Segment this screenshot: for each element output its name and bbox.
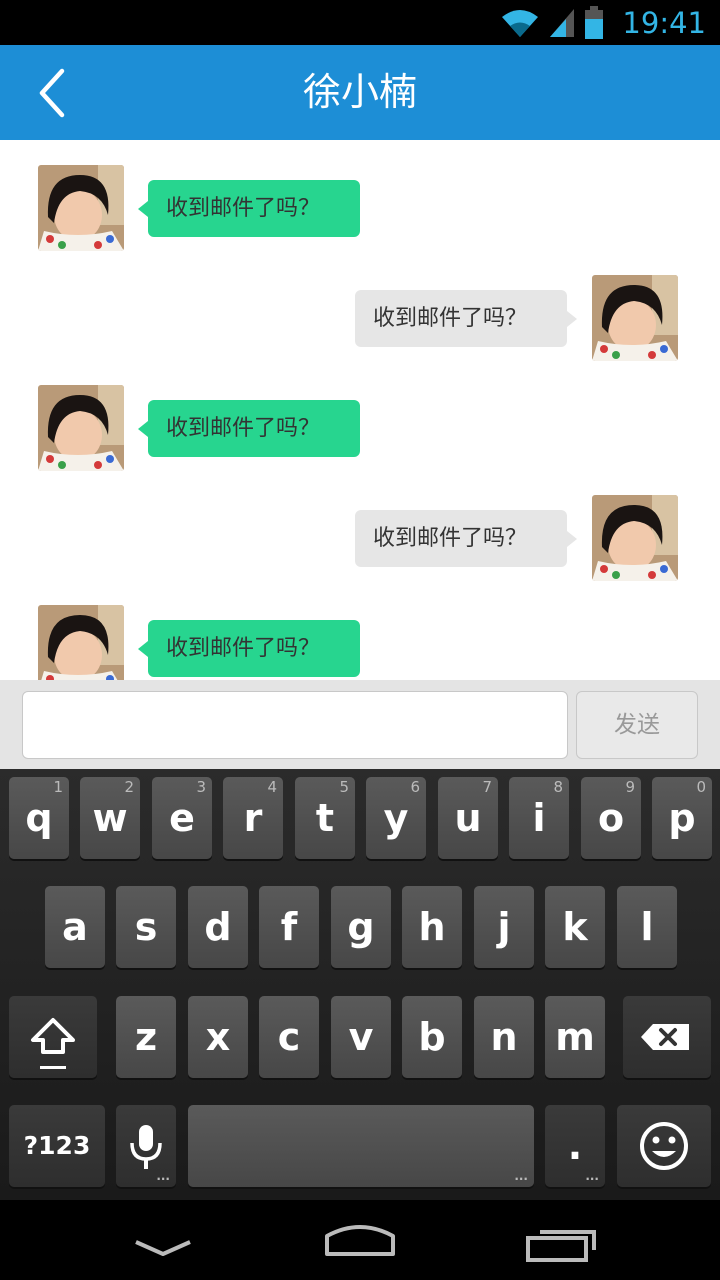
key-d[interactable]: d <box>188 886 248 968</box>
status-bar: 19:41 <box>0 0 720 45</box>
backspace-key[interactable] <box>623 996 711 1078</box>
recents-button[interactable] <box>516 1210 606 1270</box>
title-bar: 徐小楠 <box>0 45 720 140</box>
key-s[interactable]: s <box>116 886 176 968</box>
key-n[interactable]: n <box>474 996 534 1078</box>
key-y[interactable]: 6y <box>366 777 426 859</box>
key-m[interactable]: m <box>545 996 605 1078</box>
key-v[interactable]: v <box>331 996 391 1078</box>
message-input[interactable] <box>22 691 568 759</box>
symbols-key[interactable]: ?123 <box>9 1105 105 1187</box>
key-h[interactable]: h <box>402 886 462 968</box>
signal-icon <box>548 7 576 39</box>
navigation-bar <box>0 1200 720 1280</box>
emoji-key[interactable] <box>617 1105 711 1187</box>
key-w[interactable]: 2w <box>80 777 140 859</box>
message-bubble-outgoing[interactable]: 收到邮件了吗？ <box>355 290 577 347</box>
key-l[interactable]: l <box>617 886 677 968</box>
avatar[interactable] <box>592 495 678 581</box>
soft-keyboard: 1q 2w 3e 4r 5t 6y 7u 8i 9o 0p a s d f g … <box>0 769 720 1200</box>
status-clock: 19:41 <box>622 5 706 40</box>
message-bubble-incoming[interactable]: 收到邮件了吗？ <box>138 400 360 457</box>
home-button[interactable] <box>315 1210 405 1270</box>
composer-bar: 发送 <box>0 680 720 769</box>
voice-input-key[interactable]: ··· <box>116 1105 176 1187</box>
back-nav-icon <box>135 1240 191 1256</box>
key-t[interactable]: 5t <box>295 777 355 859</box>
avatar[interactable] <box>38 165 124 251</box>
key-p[interactable]: 0p <box>652 777 712 859</box>
key-q[interactable]: 1q <box>9 777 69 859</box>
key-r[interactable]: 4r <box>223 777 283 859</box>
key-k[interactable]: k <box>545 886 605 968</box>
message-bubble-incoming[interactable]: 收到邮件了吗？ <box>138 620 360 677</box>
shift-key[interactable] <box>9 996 97 1078</box>
recents-icon <box>526 1230 596 1262</box>
key-a[interactable]: a <box>45 886 105 968</box>
period-key[interactable]: . ··· <box>545 1105 605 1187</box>
more-options-dots: ··· <box>156 1172 170 1186</box>
status-icons: 19:41 <box>500 0 706 45</box>
key-c[interactable]: c <box>259 996 319 1078</box>
key-g[interactable]: g <box>331 886 391 968</box>
message-bubble-outgoing[interactable]: 收到邮件了吗？ <box>355 510 577 567</box>
key-j[interactable]: j <box>474 886 534 968</box>
battery-icon <box>584 5 604 40</box>
home-icon <box>325 1225 395 1256</box>
key-i[interactable]: 8i <box>509 777 569 859</box>
backspace-icon <box>641 1024 689 1050</box>
more-options-dots: ··· <box>585 1172 599 1186</box>
message-bubble-incoming[interactable]: 收到邮件了吗？ <box>138 180 360 237</box>
avatar[interactable] <box>38 605 124 680</box>
chat-list[interactable]: 收到邮件了吗？ 收到邮件了吗？ 收到邮件了吗？ 收到邮件了吗？ 收到邮件了吗？ <box>0 140 720 680</box>
back-nav-button[interactable] <box>118 1210 208 1270</box>
key-e[interactable]: 3e <box>152 777 212 859</box>
key-x[interactable]: x <box>188 996 248 1078</box>
key-z[interactable]: z <box>116 996 176 1078</box>
page-title: 徐小楠 <box>302 70 417 114</box>
avatar[interactable] <box>592 275 678 361</box>
wifi-icon <box>500 7 540 39</box>
shift-arrow-icon <box>31 1018 75 1069</box>
space-key[interactable]: ··· <box>188 1105 534 1187</box>
key-o[interactable]: 9o <box>581 777 641 859</box>
avatar[interactable] <box>38 385 124 471</box>
key-f[interactable]: f <box>259 886 319 968</box>
more-options-dots: ··· <box>514 1172 528 1186</box>
smiley-icon <box>640 1122 688 1170</box>
send-button[interactable]: 发送 <box>576 691 698 759</box>
key-u[interactable]: 7u <box>438 777 498 859</box>
key-b[interactable]: b <box>402 996 462 1078</box>
